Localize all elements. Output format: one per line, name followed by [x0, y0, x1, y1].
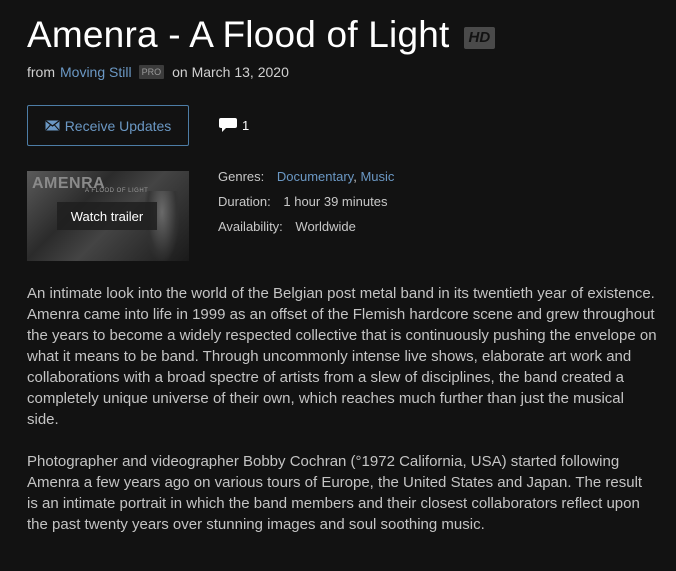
genre-link[interactable]: Documentary	[277, 169, 353, 184]
pro-badge: PRO	[138, 65, 165, 79]
duration-row: Duration: 1 hour 39 minutes	[218, 194, 394, 219]
byline: from Moving Still PRO on March 13, 2020	[27, 64, 289, 80]
duration-value: 1 hour 39 minutes	[283, 194, 388, 209]
availability-label: Availability:	[218, 219, 283, 234]
description: An intimate look into the world of the B…	[27, 283, 657, 556]
genre-link[interactable]: Music	[360, 169, 394, 184]
description-paragraph: Photographer and videographer Bobby Coch…	[27, 453, 643, 533]
availability-value: Worldwide	[295, 219, 356, 234]
page-title: Amenra - A Flood of Light	[27, 14, 450, 55]
comment-bubble-icon	[219, 118, 237, 132]
description-paragraph: An intimate look into the world of the B…	[27, 285, 657, 428]
receive-updates-button[interactable]: Receive Updates	[27, 105, 189, 146]
envelope-icon	[45, 120, 60, 131]
byline-from: from	[27, 64, 55, 80]
genres-label: Genres:	[218, 169, 265, 184]
duration-label: Duration:	[218, 194, 271, 209]
film-meta: Genres: Documentary, Music Duration: 1 h…	[218, 169, 394, 244]
watch-trailer-button[interactable]: Watch trailer	[57, 202, 157, 230]
receive-updates-label: Receive Updates	[64, 117, 172, 134]
title-row: Amenra - A Flood of Light HD	[27, 14, 496, 56]
release-date: on March 13, 2020	[172, 64, 289, 80]
comments-link[interactable]: 1	[218, 117, 249, 133]
genres-row: Genres: Documentary, Music	[218, 169, 394, 194]
comment-count: 1	[242, 117, 250, 133]
availability-row: Availability: Worldwide	[218, 219, 394, 244]
trailer-thumbnail[interactable]: AMENRA A FLOOD OF LIGHT Watch trailer	[27, 171, 189, 261]
genre-separator: ,	[353, 169, 357, 184]
watch-trailer-label: Watch trailer	[70, 208, 144, 224]
thumb-subtitle: A FLOOD OF LIGHT	[85, 188, 149, 194]
hd-badge: HD	[463, 27, 496, 49]
creator-link[interactable]: Moving Still	[60, 64, 132, 80]
